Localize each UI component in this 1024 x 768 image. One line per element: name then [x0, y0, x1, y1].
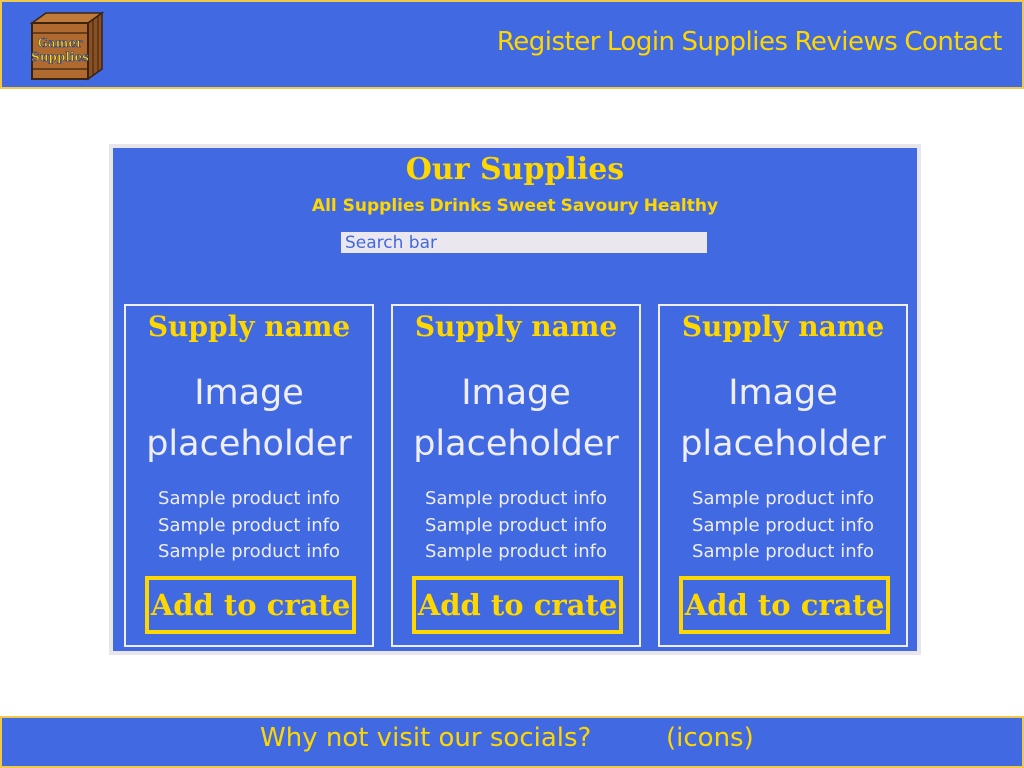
product-info: Sample product info Sample product info …: [692, 488, 874, 562]
product-name: Supply name: [681, 310, 885, 343]
socials-prompt: Why not visit our socials?: [260, 723, 592, 753]
product-image-placeholder: Image placeholder: [413, 373, 619, 464]
product-card: Supply name Image placeholder Sample pro…: [658, 304, 908, 647]
product-name: Supply name: [414, 310, 618, 343]
filter-drinks[interactable]: Drinks: [430, 196, 492, 216]
supplies-panel: Our Supplies All Supplies Drinks Sweet S…: [109, 144, 921, 655]
add-to-crate-button[interactable]: Add to crate: [145, 576, 356, 634]
product-card: Supply name Image placeholder Sample pro…: [391, 304, 641, 647]
nav-supplies[interactable]: Supplies: [682, 27, 788, 57]
product-info: Sample product info Sample product info …: [158, 488, 340, 562]
nav-register[interactable]: Register: [497, 27, 601, 57]
category-filters: All Supplies Drinks Sweet Savoury Health…: [113, 196, 917, 216]
social-icons-placeholder[interactable]: (icons): [666, 723, 754, 753]
product-name: Supply name: [147, 310, 351, 343]
add-to-crate-button[interactable]: Add to crate: [412, 576, 623, 634]
site-footer: Why not visit our socials? (icons): [0, 716, 1024, 768]
site-header: Gamer Supplies Register Login Supplies R…: [0, 0, 1024, 89]
nav-reviews[interactable]: Reviews: [795, 27, 898, 57]
svg-text:Supplies: Supplies: [31, 50, 89, 64]
nav-contact[interactable]: Contact: [904, 27, 1002, 57]
filter-all-supplies[interactable]: All Supplies: [312, 196, 425, 216]
filter-savoury[interactable]: Savoury: [561, 196, 639, 216]
filter-sweet[interactable]: Sweet: [497, 196, 556, 216]
page-title: Our Supplies: [405, 152, 625, 187]
product-image-placeholder: Image placeholder: [146, 373, 352, 464]
product-image-placeholder: Image placeholder: [680, 373, 886, 464]
gamer-supplies-logo[interactable]: Gamer Supplies: [28, 11, 104, 81]
add-to-crate-button[interactable]: Add to crate: [679, 576, 890, 634]
filter-healthy[interactable]: Healthy: [644, 196, 718, 216]
main-nav: Register Login Supplies Reviews Contact: [497, 27, 1003, 57]
product-card: Supply name Image placeholder Sample pro…: [124, 304, 374, 647]
nav-login[interactable]: Login: [607, 27, 675, 57]
svg-text:Gamer: Gamer: [38, 36, 83, 50]
search-input[interactable]: [341, 232, 707, 253]
product-info: Sample product info Sample product info …: [425, 488, 607, 562]
